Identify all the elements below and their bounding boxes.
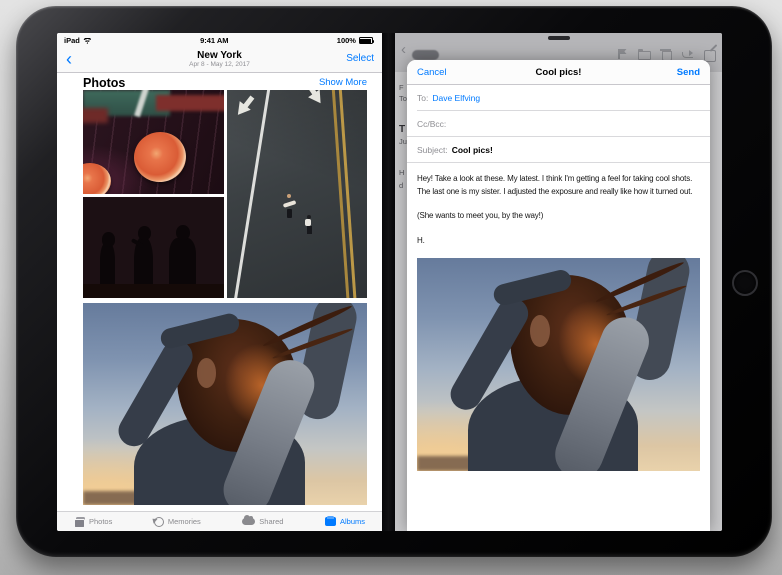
- message-body[interactable]: Hey! Take a look at these. My latest. I …: [407, 163, 710, 471]
- photos-stack-icon: [74, 517, 85, 526]
- photo-grid: [57, 90, 382, 505]
- silhouette-figure: [138, 226, 151, 240]
- flag-icon: [616, 49, 627, 59]
- pedestrian-figure: [283, 200, 296, 207]
- split-view-divider[interactable]: [382, 33, 395, 531]
- status-bar: iPad 9:41 AM 100%: [57, 33, 382, 48]
- art-background-shape: [83, 108, 108, 124]
- shared-cloud-icon: [242, 518, 255, 525]
- photos-app-pane: iPad 9:41 AM 100% ‹ New York Apr 8 - May…: [57, 33, 382, 531]
- to-recipient[interactable]: Dave Elfving: [432, 93, 480, 103]
- dimmed-text-fragment: T: [399, 124, 405, 135]
- send-button[interactable]: Send: [677, 67, 700, 78]
- ipad-device-frame: iPad 9:41 AM 100% ‹ New York Apr 8 - May…: [16, 6, 772, 557]
- silhouette-figure: [176, 225, 190, 240]
- pedestrian-figure: [287, 209, 292, 218]
- compose-icon: [704, 48, 717, 60]
- photo-thumbnail-grapefruit[interactable]: [83, 90, 224, 194]
- to-field[interactable]: To: Dave Elfving: [407, 85, 710, 111]
- mail-app-pane: ‹ F To T Ju H d Cance: [395, 33, 722, 531]
- body-paragraph: Hey! Take a look at these. My latest. I …: [417, 172, 700, 198]
- carrier-label: iPad: [64, 36, 80, 45]
- body-paragraph: (She wants to meet you, by the way!): [417, 209, 700, 222]
- attached-photo-woman-dusk[interactable]: [417, 258, 700, 471]
- split-drag-handle-icon[interactable]: [548, 36, 570, 40]
- silhouette-figure: [102, 232, 115, 246]
- dimmed-text-fragment: Ju: [399, 137, 407, 146]
- tab-photos[interactable]: Photos: [74, 517, 112, 526]
- woman-face: [197, 358, 217, 388]
- road-arrow: [302, 90, 328, 109]
- photos-tab-bar: Photos Memories Shared Albums: [57, 511, 382, 531]
- compose-title: Cool pics!: [407, 67, 710, 78]
- cc-bcc-label: Cc/Bcc:: [417, 119, 446, 129]
- compose-header: Cancel Cool pics! Send: [407, 60, 710, 85]
- status-time: 9:41 AM: [200, 36, 228, 45]
- tab-label: Albums: [340, 517, 365, 526]
- back-chevron-icon: ‹: [401, 41, 406, 58]
- tab-albums[interactable]: Albums: [325, 517, 365, 526]
- tab-shared[interactable]: Shared: [242, 517, 283, 526]
- albums-icon: [325, 517, 336, 526]
- tab-label: Shared: [259, 517, 283, 526]
- page-title: New York: [57, 50, 382, 61]
- compose-sheet: Cancel Cool pics! Send To: Dave Elfving …: [407, 60, 710, 531]
- art-background-shape: [83, 284, 224, 298]
- trash-icon: [660, 49, 671, 59]
- battery-icon: [359, 37, 373, 44]
- tab-label: Photos: [89, 517, 112, 526]
- tab-label: Memories: [168, 517, 201, 526]
- road-lane-line: [232, 90, 272, 298]
- woman-face: [530, 315, 550, 347]
- body-signature: H.: [417, 234, 700, 247]
- cc-bcc-field[interactable]: Cc/Bcc:: [407, 111, 710, 137]
- tab-memories[interactable]: Memories: [154, 517, 201, 527]
- memories-icon: [154, 517, 164, 527]
- mail-toolbar-icons: [616, 48, 717, 60]
- dimmed-sender-blob: [412, 50, 439, 60]
- pedestrian-figure: [305, 219, 311, 226]
- subject-label: Subject:: [417, 145, 448, 155]
- silhouette-figure: [169, 238, 196, 289]
- dimmed-text-fragment: F: [399, 83, 404, 92]
- grapefruit-half: [131, 128, 189, 185]
- pedestrian-figure: [287, 194, 291, 198]
- subject-value: Cool pics!: [452, 145, 493, 155]
- subject-field[interactable]: Subject: Cool pics!: [407, 137, 710, 163]
- photos-section-header: Photos Show More: [57, 73, 382, 90]
- date-range-subtitle: Apr 8 - May 12, 2017: [57, 61, 382, 69]
- ipad-screen: iPad 9:41 AM 100% ‹ New York Apr 8 - May…: [57, 33, 722, 531]
- photo-thumbnail-road[interactable]: [227, 90, 367, 298]
- photo-thumbnail-woman-dusk[interactable]: [83, 303, 367, 505]
- photo-thumbnail-silhouettes[interactable]: [83, 197, 224, 298]
- art-background-shape: [156, 95, 224, 111]
- home-button[interactable]: [732, 270, 758, 296]
- dimmed-text-fragment: H: [399, 168, 404, 177]
- photos-nav-bar: ‹ New York Apr 8 - May 12, 2017 Select: [57, 48, 382, 73]
- select-button[interactable]: Select: [346, 53, 374, 64]
- battery-percent: 100%: [337, 36, 356, 45]
- to-label: To:: [417, 93, 428, 103]
- show-more-link[interactable]: Show More: [319, 77, 367, 88]
- dimmed-text-fragment: To: [399, 94, 407, 103]
- road-arrow: [230, 93, 257, 122]
- wifi-icon: [83, 37, 92, 44]
- dimmed-text-fragment: d: [399, 181, 403, 190]
- reply-icon: [682, 49, 693, 59]
- pedestrian-figure: [307, 226, 312, 234]
- folder-icon: [638, 49, 649, 59]
- section-title: Photos: [83, 76, 125, 90]
- grapefruit-half: [83, 163, 111, 194]
- nav-title-group: New York Apr 8 - May 12, 2017: [57, 50, 382, 69]
